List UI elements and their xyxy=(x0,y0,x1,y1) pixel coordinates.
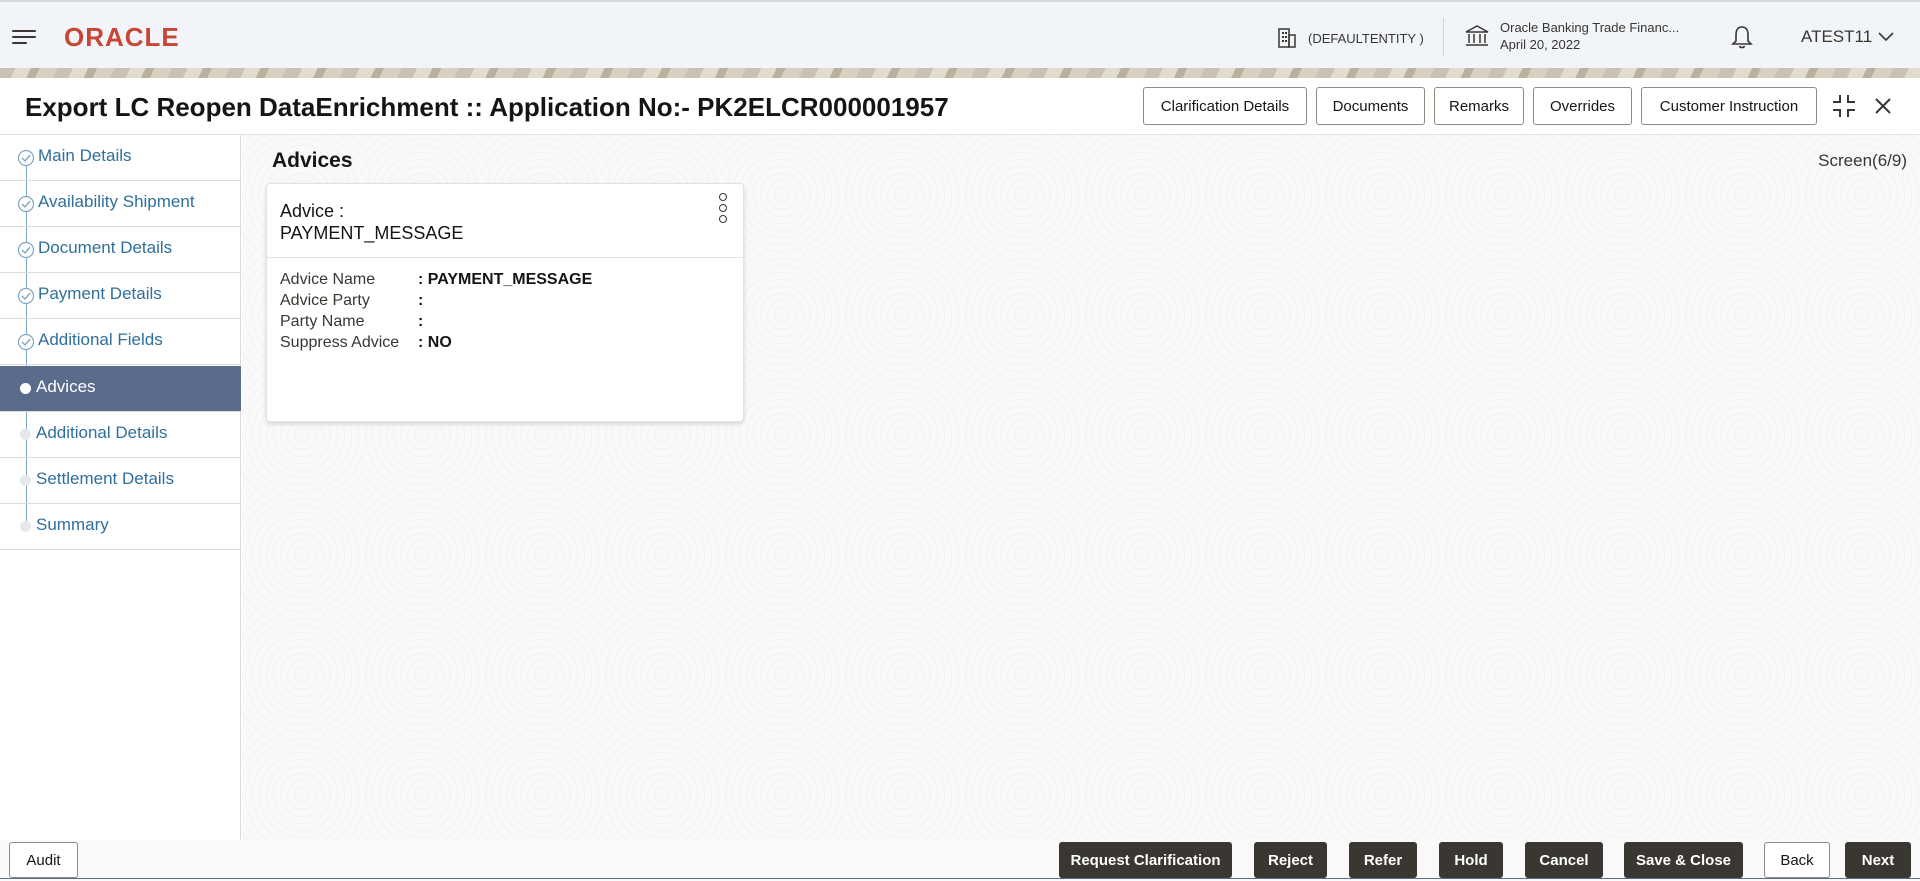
field-label: Party Name xyxy=(280,313,365,330)
field-party-name: Party Name : xyxy=(280,313,423,334)
reject-button[interactable]: Reject xyxy=(1254,842,1327,878)
nav-item-label: Additional Fields xyxy=(38,330,163,349)
field-label: Advice Name xyxy=(280,271,376,288)
nav-item-label: Settlement Details xyxy=(36,469,174,488)
field-advice-party: Advice Party : xyxy=(280,292,423,313)
title-bar: Export LC Reopen DataEnrichment :: Appli… xyxy=(0,78,1920,135)
nav-item-label: Availability Shipment xyxy=(38,192,195,211)
check-circle-icon xyxy=(17,241,35,259)
refer-button[interactable]: Refer xyxy=(1349,842,1417,878)
check-circle-icon xyxy=(17,149,35,167)
check-circle-icon xyxy=(17,195,35,213)
check-circle-icon xyxy=(17,287,35,305)
building-icon xyxy=(1278,28,1296,48)
cancel-button[interactable]: Cancel xyxy=(1525,842,1603,878)
field-value: : xyxy=(418,292,424,309)
nav-item-additional-details[interactable]: Additional Details xyxy=(0,412,241,458)
minimize-icon[interactable] xyxy=(1830,92,1858,120)
chevron-down-icon xyxy=(1878,32,1894,42)
clarification-details-button[interactable]: Clarification Details xyxy=(1143,87,1307,125)
nav-item-advices[interactable]: Advices xyxy=(0,366,241,412)
save-close-button[interactable]: Save & Close xyxy=(1624,842,1743,878)
nav-item-label: Document Details xyxy=(38,238,173,257)
branch-selector[interactable]: Oracle Banking Trade Financ... April 20,… xyxy=(1464,19,1679,53)
nav-item-additional-fields[interactable]: Additional Fields xyxy=(0,319,241,365)
active-step-dot xyxy=(20,383,31,394)
pending-step-dot xyxy=(20,429,31,440)
nav-item-label: Summary xyxy=(36,515,109,534)
nav-item-label: Main Details xyxy=(38,146,132,165)
nav-item-label: Additional Details xyxy=(36,423,168,442)
business-date: April 20, 2022 xyxy=(1500,37,1581,52)
page-title: Export LC Reopen DataEnrichment :: Appli… xyxy=(25,92,949,122)
header-decorative-strip xyxy=(0,68,1920,78)
bank-icon xyxy=(1465,25,1489,46)
user-name: ATEST11 xyxy=(1801,27,1873,46)
back-button[interactable]: Back xyxy=(1764,842,1830,878)
field-advice-name: Advice Name : PAYMENT_MESSAGE xyxy=(280,271,592,292)
field-value: : NO xyxy=(418,334,452,351)
screen-counter: Screen(6/9) xyxy=(1818,151,1907,170)
pending-step-dot xyxy=(20,475,31,486)
bank-name: Oracle Banking Trade Financ... xyxy=(1500,20,1680,35)
advice-card-title-value: PAYMENT_MESSAGE xyxy=(280,223,464,243)
request-clarification-button[interactable]: Request Clarification xyxy=(1059,842,1232,878)
documents-button[interactable]: Documents xyxy=(1316,87,1425,125)
advice-card: Advice : PAYMENT_MESSAGE Advice Name : P… xyxy=(266,183,744,422)
field-value: : PAYMENT_MESSAGE xyxy=(418,271,593,288)
close-icon[interactable] xyxy=(1869,92,1897,120)
nav-item-label: Advices xyxy=(36,377,96,396)
nav-item-availability-shipment[interactable]: Availability Shipment xyxy=(0,181,241,227)
nav-item-settlement-details[interactable]: Settlement Details xyxy=(0,458,241,504)
remarks-button[interactable]: Remarks xyxy=(1434,87,1524,125)
nav-item-main-details[interactable]: Main Details xyxy=(0,135,241,181)
nav-item-payment-details[interactable]: Payment Details xyxy=(0,273,241,319)
nav-item-summary[interactable]: Summary xyxy=(0,504,241,550)
audit-button[interactable]: Audit xyxy=(9,842,78,878)
pending-step-dot xyxy=(20,521,31,532)
entity-label: (DEFAULTENTITY ) xyxy=(1308,30,1424,46)
header-divider xyxy=(1443,18,1444,56)
oracle-logo: ORACLE xyxy=(64,22,180,52)
action-footer: Audit Request Clarification Reject Refer… xyxy=(0,840,1920,881)
field-value: : xyxy=(418,313,424,330)
section-title: Advices xyxy=(272,149,353,172)
user-menu[interactable]: ATEST11 xyxy=(1801,27,1894,47)
field-label: Advice Party xyxy=(280,292,370,309)
app-header: ORACLE (DEFAULTENTITY ) Oracle Banking T… xyxy=(0,0,1920,70)
field-suppress-advice: Suppress Advice : NO xyxy=(280,334,452,355)
customer-instruction-button[interactable]: Customer Instruction xyxy=(1641,87,1817,125)
advice-card-header: Advice : PAYMENT_MESSAGE xyxy=(267,184,743,258)
footer-rule xyxy=(0,878,1920,879)
next-button[interactable]: Next xyxy=(1845,842,1911,878)
nav-item-label: Payment Details xyxy=(38,284,162,303)
advice-card-title: Advice : PAYMENT_MESSAGE xyxy=(280,200,463,244)
kebab-icon[interactable] xyxy=(717,192,729,226)
hamburger-menu-icon[interactable] xyxy=(12,28,36,46)
field-label: Suppress Advice xyxy=(280,334,400,351)
hold-button[interactable]: Hold xyxy=(1439,842,1503,878)
nav-item-document-details[interactable]: Document Details xyxy=(0,227,241,273)
check-circle-icon xyxy=(17,333,35,351)
train-stop-sidebar: Main Details Availability Shipment Docum… xyxy=(0,135,241,840)
overrides-button[interactable]: Overrides xyxy=(1533,87,1632,125)
main-content: Advices Screen(6/9) Advice : PAYMENT_MES… xyxy=(242,135,1920,840)
advice-card-title-label: Advice : xyxy=(280,201,345,221)
entity-selector[interactable]: (DEFAULTENTITY ) xyxy=(1276,24,1424,52)
bell-icon[interactable] xyxy=(1730,24,1754,50)
